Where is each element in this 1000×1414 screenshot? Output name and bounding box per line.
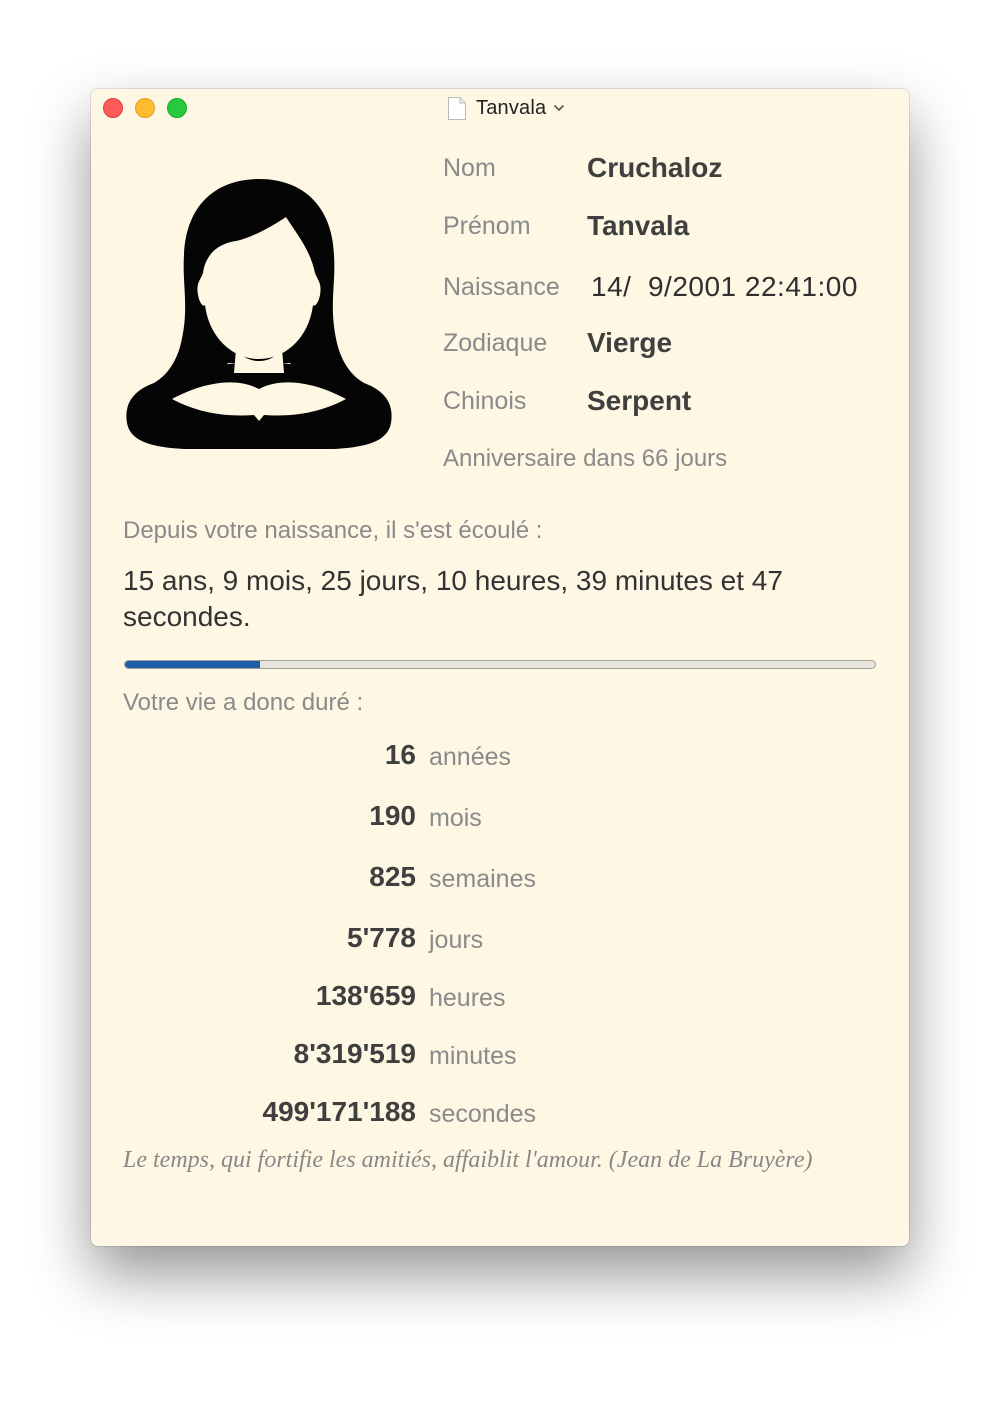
stat-value: 16 xyxy=(384,739,416,770)
title-bar[interactable]: Tanvala xyxy=(91,89,909,127)
stat-unit: semaines xyxy=(429,865,536,893)
stat-row-years: 16 années xyxy=(91,735,909,775)
info-value-birth-date: 14/ 9/2001 22:41:00 xyxy=(591,271,858,302)
stat-value: 190 xyxy=(369,800,416,831)
info-label: Zodiaque xyxy=(443,328,548,357)
stat-value: 8'319'519 xyxy=(293,1038,416,1069)
stat-row-hours: 138'659 heures xyxy=(91,976,909,1016)
stat-unit: jours xyxy=(429,926,484,954)
document-icon xyxy=(448,96,466,120)
life-progress-fill xyxy=(125,661,260,668)
info-row-naissance: Naissance 14/ 9/2001 22:41:00 xyxy=(443,267,858,307)
info-label: Naissance xyxy=(443,272,560,301)
stat-row-months: 190 mois xyxy=(91,796,909,836)
stat-unit: heures xyxy=(429,984,506,1012)
info-row-prenom: Prénom Tanvala xyxy=(443,206,689,246)
window-title-menu[interactable]: Tanvala xyxy=(447,95,565,121)
stat-value: 138'659 xyxy=(315,980,416,1011)
stat-unit: années xyxy=(429,743,512,771)
info-value-chinese-sign: Serpent xyxy=(587,385,692,416)
minimize-window-button[interactable] xyxy=(135,98,155,118)
chevron-down-icon[interactable] xyxy=(553,104,565,112)
female-avatar-silhouette-icon xyxy=(126,179,392,449)
info-value-last-name: Cruchaloz xyxy=(587,152,723,183)
elapsed-label: Depuis votre naissance, il s'est écoulé … xyxy=(123,517,543,544)
stat-row-minutes: 8'319'519 minutes xyxy=(91,1034,909,1074)
birthday-countdown: Anniversaire dans 66 jours xyxy=(443,445,728,472)
stat-value: 825 xyxy=(369,861,416,892)
info-label: Prénom xyxy=(443,211,531,240)
stat-row-weeks: 825 semaines xyxy=(91,857,909,897)
info-value-first-name: Tanvala xyxy=(587,210,690,241)
stat-value: 5'778 xyxy=(347,922,416,953)
info-row-zodiaque: Zodiaque Vierge xyxy=(443,323,672,363)
info-label: Chinois xyxy=(443,386,527,415)
elapsed-text: 15 ans, 9 mois, 25 jours, 10 heures, 39 … xyxy=(123,565,783,632)
info-row-chinois: Chinois Serpent xyxy=(443,381,691,421)
app-window: Tanvala Nom Cruchaloz Prénom Tanvala Nai… xyxy=(91,89,909,1246)
close-window-button[interactable] xyxy=(103,98,123,118)
info-label: Nom xyxy=(443,153,496,182)
stat-unit: secondes xyxy=(429,1100,537,1128)
window-title: Tanvala xyxy=(476,96,547,119)
info-value-zodiac: Vierge xyxy=(587,327,673,358)
stat-row-seconds: 499'171'188 secondes xyxy=(91,1092,909,1132)
stat-unit: minutes xyxy=(429,1042,517,1070)
info-row-nom: Nom Cruchaloz xyxy=(443,148,722,188)
zoom-window-button[interactable] xyxy=(167,98,187,118)
stat-row-days: 5'778 jours xyxy=(91,918,909,958)
life-duration-label: Votre vie a donc duré : xyxy=(123,689,364,716)
stat-unit: mois xyxy=(429,804,482,832)
life-progress-bar xyxy=(124,660,876,669)
quote-text: Le temps, qui fortifie les amitiés, affa… xyxy=(123,1147,813,1173)
stat-value: 499'171'188 xyxy=(262,1096,416,1127)
